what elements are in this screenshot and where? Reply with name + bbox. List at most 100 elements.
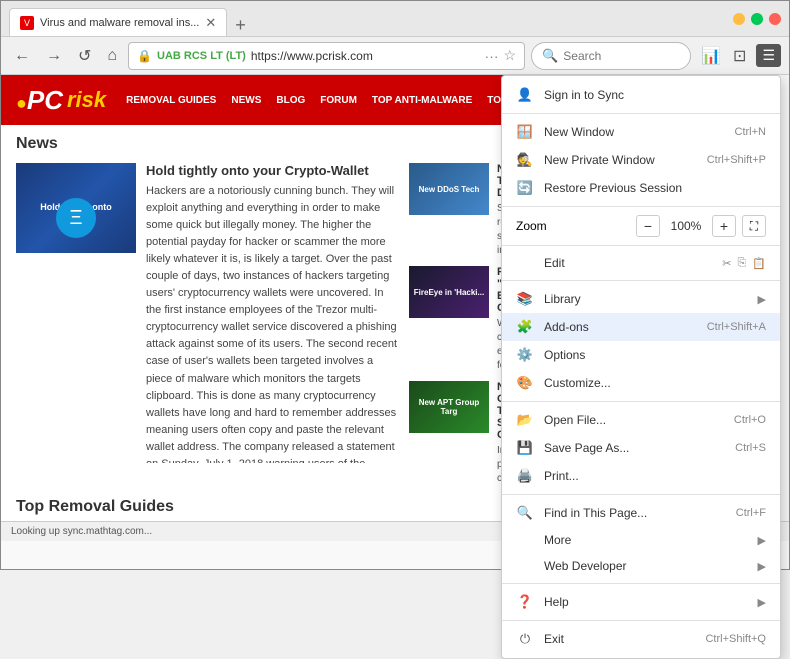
web-dev-arrow: ▶: [758, 560, 766, 573]
home-button[interactable]: ⌂: [102, 45, 122, 67]
save-page-icon: 💾: [516, 440, 534, 456]
menu-item-open-file[interactable]: 📂 Open File... Ctrl+O: [502, 406, 780, 434]
menu-find-shortcut: Ctrl+F: [736, 507, 766, 519]
menu-restore-label: Restore Previous Session: [544, 181, 766, 195]
menu-addons-shortcut: Ctrl+Shift+A: [707, 321, 766, 333]
menu-item-more[interactable]: More ▶: [502, 527, 780, 553]
library-icon: 📚: [516, 291, 534, 307]
apt-thumb: New APT Group Targ: [409, 381, 489, 433]
new-tab-button[interactable]: +: [227, 15, 254, 36]
copy-icon[interactable]: ⎘: [737, 257, 746, 270]
tab-bar: V Virus and malware removal ins... ✕ +: [9, 1, 733, 36]
menu-item-find[interactable]: 🔍 Find in This Page... Ctrl+F: [502, 499, 780, 527]
zoom-plus-button[interactable]: +: [712, 215, 736, 237]
removal-section: Top Removal Guides Rogue Chromium Browse…: [16, 498, 574, 521]
ssl-issuer: UAB RCS LT (LT): [157, 50, 246, 62]
new-window-icon: 🪟: [516, 124, 534, 140]
tab-title: Virus and malware removal ins...: [40, 17, 199, 29]
menu-web-dev-label: Web Developer: [544, 559, 748, 573]
private-window-icon: 🕵️: [516, 152, 534, 168]
close-button[interactable]: [769, 13, 781, 25]
menu-library-label: Library: [544, 292, 748, 306]
menu-divider-1: [502, 113, 780, 114]
nav-removal-guides[interactable]: REMOVAL GUIDES: [126, 95, 216, 106]
menu-item-web-dev[interactable]: Web Developer ▶: [502, 553, 780, 579]
menu-item-private-window[interactable]: 🕵️ New Private Window Ctrl+Shift+P: [502, 146, 780, 174]
menu-item-library[interactable]: 📚 Library ▶: [502, 285, 780, 313]
menu-edit-label: Edit: [544, 256, 712, 270]
menu-item-exit[interactable]: ⏻ Exit Ctrl+Shift+Q: [502, 625, 780, 653]
search-icon: 🔍: [542, 48, 558, 64]
nav-blog[interactable]: BLOG: [276, 95, 305, 106]
nav-forum[interactable]: FORUM: [320, 95, 357, 106]
zoom-minus-button[interactable]: −: [636, 215, 660, 237]
addons-icon: 🧩: [516, 319, 534, 335]
menu-item-help[interactable]: ❓ Help ▶: [502, 588, 780, 616]
browser-window: V Virus and malware removal ins... ✕ + ←…: [0, 0, 790, 570]
nav-news[interactable]: NEWS: [231, 95, 261, 106]
reload-button[interactable]: ↺: [73, 44, 96, 68]
tab-favicon: V: [20, 16, 34, 30]
cut-icon[interactable]: ✂: [722, 257, 731, 270]
forward-button[interactable]: →: [41, 45, 67, 67]
menu-item-new-window[interactable]: 🪟 New Window Ctrl+N: [502, 118, 780, 146]
menu-new-window-shortcut: Ctrl+N: [735, 126, 766, 138]
menu-button[interactable]: ☰: [756, 44, 781, 67]
menu-item-restore-session[interactable]: 🔄 Restore Previous Session: [502, 174, 780, 202]
menu-divider-2: [502, 206, 780, 207]
featured-article: Hold tightly onto Ξ Hold tightly onto yo…: [16, 163, 399, 486]
menu-divider-5: [502, 401, 780, 402]
sync-icon[interactable]: ⊡: [729, 44, 750, 68]
menu-item-options[interactable]: ⚙️ Options: [502, 341, 780, 369]
menu-private-label: New Private Window: [544, 153, 697, 167]
menu-item-customize[interactable]: 🎨 Customize...: [502, 369, 780, 397]
site-logo: ●PC risk: [16, 85, 106, 116]
featured-body: Hackers are a notoriously cunning bunch.…: [146, 183, 399, 463]
status-text: Looking up sync.mathtag.com...: [11, 526, 152, 537]
zoom-expand-button[interactable]: ⛶: [742, 215, 766, 237]
menu-item-sign-in[interactable]: 👤 Sign in to Sync: [502, 81, 780, 109]
menu-item-save-page[interactable]: 💾 Save Page As... Ctrl+S: [502, 434, 780, 462]
bookmark-icon[interactable]: ☆: [504, 47, 517, 64]
menu-save-page-label: Save Page As...: [544, 441, 725, 455]
featured-title[interactable]: Hold tightly onto your Crypto-Wallet: [146, 163, 399, 178]
menu-sign-in-label: Sign in to Sync: [544, 88, 766, 102]
minimize-button[interactable]: [733, 13, 745, 25]
bookmarks-icon[interactable]: 📊: [697, 44, 725, 68]
menu-divider-7: [502, 583, 780, 584]
customize-icon: 🎨: [516, 375, 534, 391]
menu-open-file-label: Open File...: [544, 413, 724, 427]
nav-bar: ← → ↺ ⌂ 🔒 UAB RCS LT (LT) https://www.pc…: [1, 37, 789, 75]
featured-thumb: Hold tightly onto Ξ: [16, 163, 136, 253]
nav-top-antimalware[interactable]: TOP ANTI-MALWARE: [372, 95, 472, 106]
lock-icon: 🔒: [137, 49, 152, 63]
search-input[interactable]: [563, 49, 663, 63]
menu-open-file-shortcut: Ctrl+O: [734, 414, 766, 426]
maximize-button[interactable]: [751, 13, 763, 25]
removal-section-title: Top Removal Guides: [16, 498, 574, 516]
find-icon: 🔍: [516, 505, 534, 521]
menu-item-addons[interactable]: 🧩 Add-ons Ctrl+Shift+A: [502, 313, 780, 341]
menu-divider-6: [502, 494, 780, 495]
back-button[interactable]: ←: [9, 45, 35, 67]
open-file-icon: 📂: [516, 412, 534, 428]
paste-icon[interactable]: 📋: [752, 257, 766, 270]
menu-item-print[interactable]: 🖨️ Print...: [502, 462, 780, 490]
address-more-button[interactable]: ···: [485, 48, 499, 64]
logo-risk: risk: [67, 87, 106, 113]
address-bar[interactable]: 🔒 UAB RCS LT (LT) https://www.pcrisk.com…: [128, 42, 525, 70]
tab-close-button[interactable]: ✕: [205, 15, 216, 31]
help-icon: ❓: [516, 594, 534, 610]
search-bar[interactable]: 🔍: [531, 42, 691, 70]
news-section-title: News: [16, 135, 574, 153]
menu-zoom-row: Zoom − 100% + ⛶: [502, 211, 780, 241]
print-icon: 🖨️: [516, 468, 534, 484]
browser-tab[interactable]: V Virus and malware removal ins... ✕: [9, 8, 227, 36]
menu-divider-4: [502, 280, 780, 281]
options-icon: ⚙️: [516, 347, 534, 363]
logo-pc: ●PC: [16, 85, 63, 116]
dropdown-menu: 👤 Sign in to Sync 🪟 New Window Ctrl+N 🕵️…: [501, 75, 781, 659]
window-controls: [733, 13, 781, 25]
menu-private-shortcut: Ctrl+Shift+P: [707, 154, 766, 166]
menu-item-edit[interactable]: Edit ✂ ⎘ 📋: [502, 250, 780, 276]
